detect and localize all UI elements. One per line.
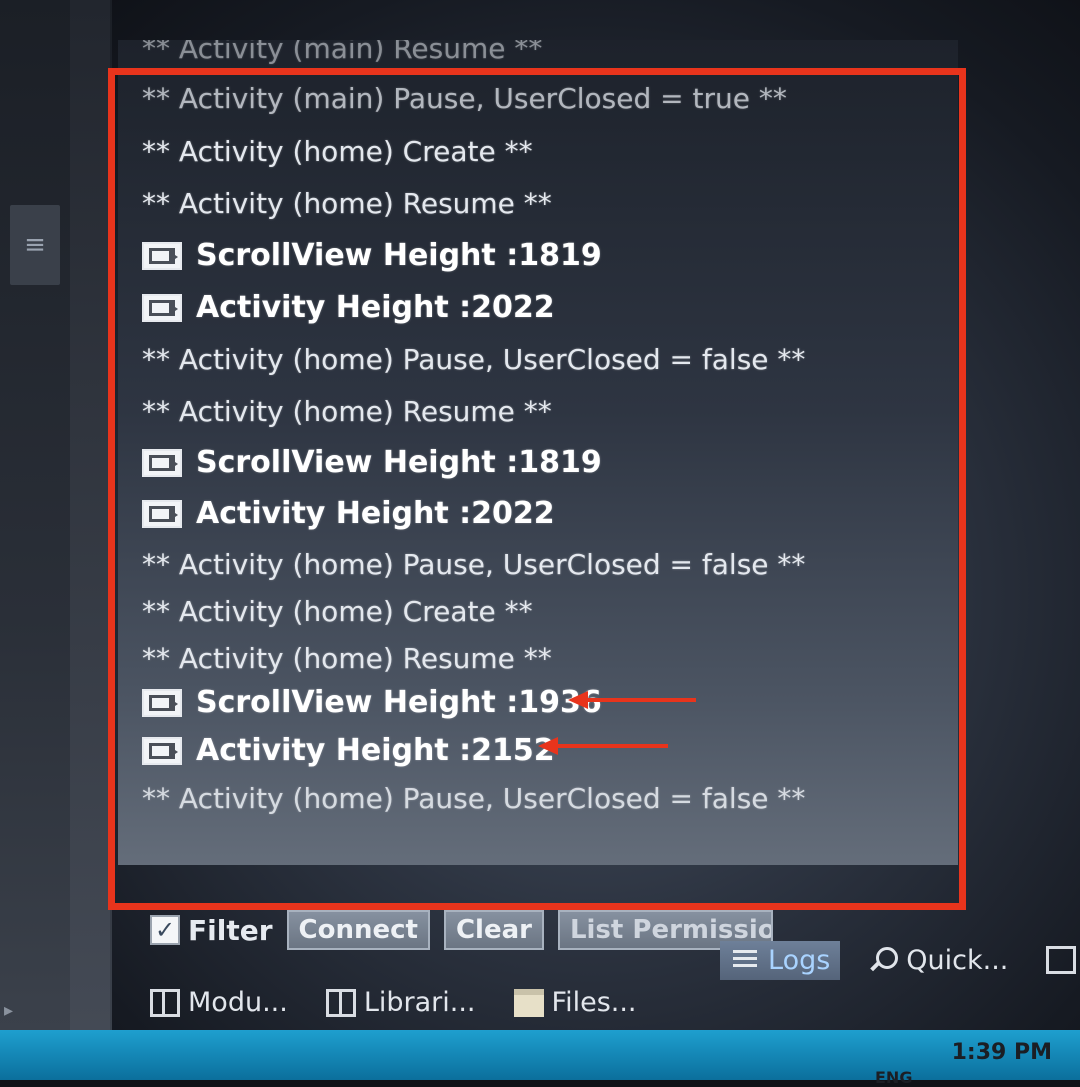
tabs-row-top: Logs Quick... F	[720, 935, 1080, 985]
filter-checkbox[interactable]: ✓ Filter	[150, 914, 273, 947]
log-line-12: ** Activity (home) Create **	[142, 595, 533, 628]
log-entry-icon	[142, 293, 182, 322]
log-text: ** Activity (home) Resume **	[142, 187, 552, 220]
tab-libraries[interactable]: Librari...	[316, 983, 486, 1022]
logs-icon	[730, 946, 760, 974]
log-entry-icon	[142, 736, 182, 765]
tabs-row-bottom: Modu... Librari... Files...	[140, 975, 647, 1030]
log-text: ** Activity (home) Resume **	[142, 642, 552, 675]
log-entry-icon	[142, 448, 182, 477]
log-line-6: Activity Height :2022	[142, 290, 555, 325]
tab-logs-label: Logs	[768, 944, 831, 976]
tab-quick-label: Quick...	[906, 944, 1009, 976]
log-line-4: ** Activity (home) Resume **	[142, 187, 552, 220]
tab-libraries-label: Librari...	[363, 987, 476, 1018]
hamburger-icon[interactable]: ≡	[10, 205, 60, 285]
log-line-8: ** Activity (home) Resume **	[142, 395, 552, 428]
log-text: Activity Height :2022	[196, 496, 555, 531]
log-text: ** Activity (home) Pause, UserClosed = f…	[142, 548, 806, 581]
taskbar-clock[interactable]: 1:39 PM	[952, 1040, 1052, 1065]
log-text: ScrollView Height :1819	[196, 238, 602, 273]
log-text: Activity Height :2152	[196, 733, 555, 768]
tab-files[interactable]: Files...	[504, 983, 647, 1022]
log-line-16: ** Activity (home) Pause, UserClosed = f…	[142, 782, 805, 815]
annotation-arrow-left-icon	[538, 737, 668, 755]
log-text: Activity Height :2022	[196, 290, 555, 325]
tab-modules[interactable]: Modu...	[140, 983, 298, 1022]
monitor-screen: ≡ ▸ ** Activity (main) Resume ** ** Acti…	[0, 0, 1080, 1087]
log-line-3: ** Activity (home) Create **	[142, 135, 533, 168]
libraries-icon	[325, 988, 356, 1017]
tab-quick-search[interactable]: Quick...	[858, 941, 1018, 980]
taskbar-language[interactable]: ENG	[875, 1068, 912, 1087]
log-entry-icon	[142, 688, 182, 717]
modules-icon	[150, 988, 180, 1017]
log-text: ** Activity (home) Resume **	[142, 395, 552, 428]
filter-label: Filter	[188, 913, 273, 947]
log-text: ** Activity (main) Pause, UserClosed = t…	[142, 82, 787, 115]
log-line-5: ScrollView Height :1819	[142, 238, 602, 273]
log-text: ScrollView Height :1936	[196, 685, 602, 720]
log-line-1: ** Activity (main) Resume **	[142, 40, 542, 65]
log-text: ** Activity (home) Pause, UserClosed = f…	[142, 782, 806, 815]
log-line-13: ** Activity (home) Resume **	[142, 642, 552, 675]
search-icon	[868, 946, 899, 974]
chevron-right-icon[interactable]: ▸	[4, 1000, 13, 1021]
annotation-arrow-left-icon	[568, 691, 696, 709]
log-text: ScrollView Height :1819	[196, 445, 602, 480]
log-line-2: ** Activity (main) Pause, UserClosed = t…	[142, 82, 787, 115]
clear-button[interactable]: Clear	[443, 910, 544, 950]
connect-button[interactable]: Connect	[286, 910, 430, 950]
find-icon	[1046, 946, 1077, 974]
log-line-15: Activity Height :2152	[142, 733, 555, 768]
left-panel: ≡ ▸	[0, 0, 112, 1030]
log-line-9: ScrollView Height :1819	[142, 445, 602, 480]
folder-icon	[513, 988, 544, 1017]
log-text: ** Activity (home) Create **	[142, 595, 533, 628]
log-entry-icon	[142, 241, 182, 270]
tab-files-label: Files...	[551, 987, 637, 1018]
log-entry-icon	[142, 499, 182, 528]
tab-find[interactable]: F	[1036, 941, 1080, 980]
log-text: ** Activity (main) Resume **	[142, 40, 543, 65]
log-line-11: ** Activity (home) Pause, UserClosed = f…	[142, 548, 805, 581]
windows-taskbar	[0, 1030, 1080, 1080]
left-scrollbar[interactable]	[70, 0, 110, 1030]
tab-logs[interactable]: Logs	[720, 940, 841, 980]
log-line-14: ScrollView Height :1936	[142, 685, 602, 720]
checkmark-icon[interactable]: ✓	[150, 915, 180, 945]
log-line-10: Activity Height :2022	[142, 496, 555, 531]
tab-modules-label: Modu...	[188, 987, 288, 1018]
log-text: ** Activity (home) Pause, UserClosed = f…	[142, 343, 806, 376]
log-text: ** Activity (home) Create **	[142, 135, 533, 168]
log-line-7: ** Activity (home) Pause, UserClosed = f…	[142, 343, 805, 376]
logs-toolbar: ✓ Filter Connect Clear List Permissions	[150, 905, 773, 955]
